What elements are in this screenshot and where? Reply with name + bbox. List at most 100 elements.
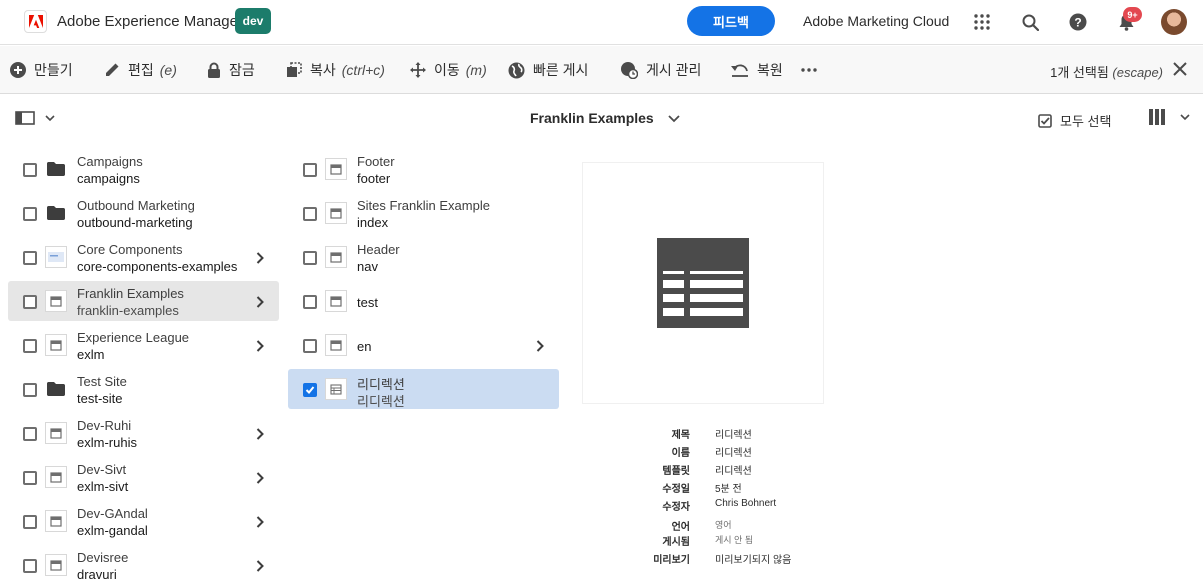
feedback-button[interactable]: 피드백: [687, 6, 775, 36]
create-label: 만들기: [34, 62, 73, 78]
detail-label: 이름: [671, 448, 690, 459]
row-checkbox[interactable]: [23, 163, 37, 177]
folder-icon: [45, 158, 67, 180]
item-name: 리디렉션: [357, 394, 405, 409]
column-view-icon: [1149, 109, 1190, 125]
page-thumbnail-icon: [45, 466, 67, 488]
item-title: Outbound Marketing: [77, 198, 195, 213]
copy-icon: [287, 62, 302, 77]
view-toolbar: Franklin Examples 모두 선택: [0, 95, 1203, 141]
item-name: footer: [357, 171, 391, 186]
row-checkbox[interactable]: [23, 251, 37, 265]
detail-label: 수정자: [662, 502, 690, 513]
more-actions-button[interactable]: [801, 60, 825, 80]
rail-toggle-button[interactable]: [15, 111, 59, 130]
move-shortcut: (m): [465, 62, 487, 78]
copy-button[interactable]: 복사 (ctrl+c): [286, 60, 385, 80]
row-checkbox[interactable]: [23, 339, 37, 353]
chevron-right-icon[interactable]: [256, 471, 266, 484]
help-icon[interactable]: ?: [1067, 11, 1089, 33]
adobe-logo-icon[interactable]: [24, 10, 47, 33]
row-checkbox[interactable]: [23, 515, 37, 529]
chevron-right-icon[interactable]: [256, 339, 266, 352]
copy-shortcut: (ctrl+c): [341, 62, 385, 78]
item-title: Franklin Examples: [77, 286, 184, 301]
page-thumbnail-icon: [45, 510, 67, 532]
add-circle-icon: [10, 62, 26, 78]
item-title: Core Components: [77, 242, 183, 257]
chevron-right-icon[interactable]: [256, 559, 266, 572]
breadcrumb[interactable]: Franklin Examples: [530, 110, 680, 126]
item-title: Devisree: [77, 550, 129, 565]
selection-escape-hint: (escape): [1112, 65, 1163, 80]
marketing-cloud-link[interactable]: Adobe Marketing Cloud: [803, 13, 949, 29]
row-checkbox[interactable]: [303, 295, 317, 309]
chevron-right-icon[interactable]: [256, 251, 266, 264]
item-title: Test Site: [77, 374, 127, 389]
detail-label: 게시됨: [662, 537, 690, 548]
item-title: Experience League: [77, 330, 190, 345]
quick-publish-button[interactable]: 빠른 게시: [508, 60, 588, 80]
item-name: exlm-ruhis: [77, 435, 137, 450]
item-name: dravuri: [77, 567, 117, 582]
close-icon[interactable]: [1171, 60, 1189, 78]
app-title[interactable]: Adobe Experience Manager: [57, 13, 243, 30]
chevron-right-icon[interactable]: [256, 427, 266, 440]
select-all-button[interactable]: 모두 선택: [1038, 111, 1111, 130]
row-checkbox[interactable]: [303, 383, 317, 397]
detail-value: 영어: [715, 520, 732, 530]
manage-publication-button[interactable]: 게시 관리: [620, 60, 701, 80]
pencil-icon: [106, 63, 119, 76]
row-checkbox[interactable]: [303, 163, 317, 177]
page-thumbnail-icon: [325, 158, 347, 180]
environment-badge: dev: [235, 8, 271, 34]
row-checkbox[interactable]: [23, 295, 37, 309]
restore-button[interactable]: 복원: [731, 60, 783, 80]
detail-value: 게시 안 됨: [715, 535, 754, 545]
item-title: Dev-GAndal: [77, 506, 148, 521]
chevron-down-icon: [667, 115, 680, 123]
detail-value: 리디렉션: [715, 448, 752, 459]
row-checkbox[interactable]: [303, 339, 317, 353]
item-title: Footer: [357, 154, 395, 169]
row-checkbox[interactable]: [23, 383, 37, 397]
row-checkbox[interactable]: [303, 251, 317, 265]
checkbox-icon: [1038, 113, 1052, 128]
svg-text:?: ?: [1074, 16, 1081, 30]
globe-icon: [508, 62, 525, 78]
detail-label: 수정일: [662, 484, 690, 495]
row-checkbox[interactable]: [303, 207, 317, 221]
user-avatar[interactable]: [1161, 9, 1187, 35]
selection-count-label: 1개 선택됨: [1050, 65, 1109, 80]
chevron-right-icon[interactable]: [256, 295, 266, 308]
item-name: index: [357, 215, 389, 230]
rail-icon: [15, 111, 55, 125]
detail-label: 템플릿: [662, 466, 690, 477]
edit-label: 편집: [128, 62, 154, 78]
edit-button[interactable]: 편집 (e): [104, 60, 177, 80]
row-checkbox[interactable]: [23, 471, 37, 485]
detail-value: Chris Bohnert: [715, 498, 777, 509]
search-icon[interactable]: [1019, 11, 1041, 33]
chevron-right-icon[interactable]: [536, 339, 546, 352]
lock-button[interactable]: 잠금: [207, 60, 255, 80]
move-button[interactable]: 이동 (m): [410, 60, 487, 80]
top-bar: Adobe Experience Manager dev 피드백 Adobe M…: [0, 0, 1203, 45]
item-title: Header: [357, 242, 400, 257]
item-name: outbound-marketing: [77, 215, 193, 230]
chevron-right-icon[interactable]: [256, 515, 266, 528]
create-button[interactable]: 만들기: [10, 60, 73, 80]
row-checkbox[interactable]: [23, 207, 37, 221]
row-checkbox[interactable]: [23, 559, 37, 573]
move-icon: [410, 62, 426, 78]
row-checkbox[interactable]: [23, 427, 37, 441]
lock-label: 잠금: [229, 62, 255, 78]
notification-count-badge: 9+: [1123, 7, 1142, 22]
move-label: 이동: [434, 62, 460, 78]
app-grid-icon[interactable]: [971, 11, 993, 33]
view-switcher-button[interactable]: [1149, 109, 1191, 130]
copy-label: 복사: [310, 62, 336, 78]
item-name: exlm-sivt: [77, 479, 129, 494]
page-thumbnail-icon: [45, 290, 67, 312]
item-name: core-components-examples: [77, 259, 238, 274]
